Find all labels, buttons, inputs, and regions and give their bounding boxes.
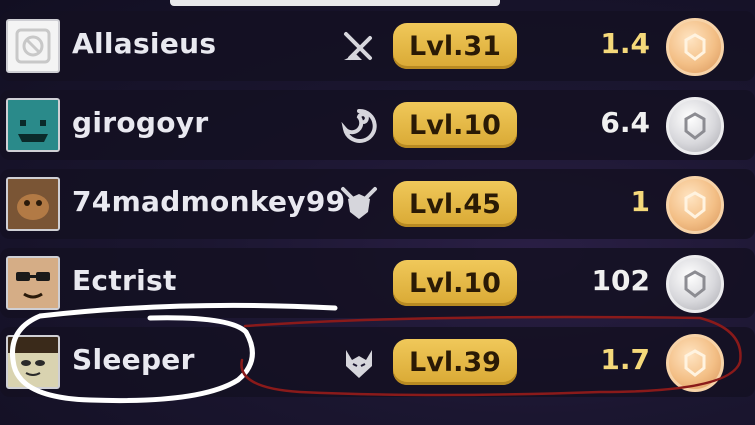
- player-name: Allasieus: [72, 27, 217, 60]
- level-badge: Lvl.45: [393, 181, 517, 227]
- score-value: 1.4: [600, 27, 650, 60]
- bronze-coin-icon: [666, 176, 724, 234]
- level-badge: Lvl.10: [393, 260, 517, 306]
- leaderboard-row[interactable]: girogoyr Lvl.10 6.4: [0, 90, 755, 160]
- leaderboard-row[interactable]: Sleeper Lvl.39 1.7: [0, 327, 755, 397]
- swirl-icon: [341, 108, 377, 143]
- crossed-swords-icon: [344, 32, 372, 60]
- level-badge: Lvl.10: [393, 102, 517, 148]
- leaderboard-row[interactable]: Ectrist Lvl.10 102: [0, 248, 755, 318]
- leaderboard-row[interactable]: Allasieus Lvl.31 1.4: [0, 11, 755, 81]
- bronze-coin-icon: [666, 18, 724, 76]
- avatar: [6, 256, 60, 310]
- sleeper-avatar-icon: [8, 337, 58, 387]
- horned-mask-icon: [346, 350, 372, 378]
- blocked-avatar-icon: [15, 28, 51, 64]
- bronze-coin-icon: [666, 334, 724, 392]
- shield-swords-icon: [341, 187, 377, 219]
- avatar: [6, 19, 60, 73]
- score-value: 102: [591, 264, 650, 297]
- leaderboard-row[interactable]: 74madmonkey99 Lvl.45 1: [0, 169, 755, 239]
- player-name: girogoyr: [72, 106, 209, 139]
- player-name: 74madmonkey99: [72, 185, 346, 218]
- avatar: [6, 177, 60, 231]
- player-name: Sleeper: [72, 343, 195, 376]
- top-bar-edge: [170, 0, 500, 6]
- score-value: 1: [630, 185, 650, 218]
- avatar: [6, 335, 60, 389]
- silver-coin-icon: [666, 255, 724, 313]
- level-badge: Lvl.39: [393, 339, 517, 385]
- glasses-avatar-icon: [8, 258, 58, 308]
- level-badge: Lvl.31: [393, 23, 517, 69]
- teal-face-avatar-icon: [8, 100, 58, 150]
- avatar: [6, 98, 60, 152]
- score-value: 6.4: [600, 106, 650, 139]
- silver-coin-icon: [666, 97, 724, 155]
- monkey-avatar-icon: [8, 179, 58, 229]
- player-name: Ectrist: [72, 264, 177, 297]
- score-value: 1.7: [600, 343, 650, 376]
